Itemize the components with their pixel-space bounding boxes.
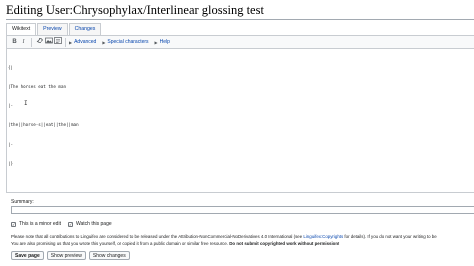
triangle-right-icon: ▶: [69, 39, 73, 45]
text-line: |the||horse-s||eat||the||man: [8, 122, 79, 128]
reference-icon[interactable]: [53, 36, 62, 48]
summary-label: Summary:: [11, 199, 34, 205]
show-changes-button[interactable]: Show changes: [88, 251, 130, 260]
notice-text: You are also promising us that you wrote…: [11, 240, 230, 246]
minor-edit-option[interactable]: ✓ This is a minor edit: [11, 221, 61, 227]
notice-line-2: You are also promising us that you wrote…: [11, 241, 471, 248]
toolbar-divider: [31, 37, 32, 47]
text-line: |The horses eat the man: [8, 84, 66, 90]
summary-input[interactable]: [11, 206, 474, 214]
wikitext-textarea[interactable]: {| |The horses eat the man |- |the||hors…: [8, 52, 79, 180]
special-characters-toggle[interactable]: ▶ Special characters: [102, 39, 148, 45]
text-line: |-: [8, 141, 14, 147]
page-title: Editing User:Chrysophylax/Interlinear gl…: [6, 3, 264, 17]
help-label: Help: [159, 39, 170, 45]
edit-options: ✓ This is a minor edit ✓ Watch this page: [11, 221, 119, 227]
embedded-file-icon[interactable]: [44, 37, 53, 48]
text-line: {|: [8, 64, 14, 70]
watch-option[interactable]: ✓ Watch this page: [67, 221, 112, 227]
wikitext-editor: B I ▶ Advanced ▶ Special characters ▶ He…: [6, 35, 474, 193]
tab-preview[interactable]: Preview: [37, 23, 68, 35]
notice-warning: Do not submit copyrighted work without p…: [229, 240, 340, 246]
text-cursor: I: [24, 100, 28, 107]
advanced-label: Advanced: [74, 39, 97, 45]
toolbar-divider: [65, 37, 66, 47]
title-divider: [6, 19, 474, 20]
minor-edit-label: This is a minor edit: [19, 221, 61, 227]
tab-changes[interactable]: Changes: [68, 23, 102, 35]
text-line: |}: [8, 160, 14, 166]
italic-button[interactable]: I: [19, 38, 28, 47]
watch-label: Watch this page: [75, 221, 112, 227]
edit-buttons: Save page Show preview Show changes: [11, 251, 133, 260]
notice-text: Please note that all contributions to Li…: [11, 234, 304, 239]
editor-toolbar: B I ▶ Advanced ▶ Special characters ▶ He…: [7, 36, 474, 49]
watch-checkbox[interactable]: ✓: [67, 221, 73, 227]
triangle-right-icon: ▶: [102, 39, 106, 45]
license-notice: Please note that all contributions to Li…: [11, 234, 471, 247]
minor-edit-checkbox[interactable]: ✓: [11, 221, 16, 227]
link-icon[interactable]: [35, 37, 44, 48]
notice-text: for details). If you do not want your wr…: [343, 234, 437, 239]
copyrights-link[interactable]: Linguifex:Copyrights: [303, 234, 343, 239]
text-line: |-: [8, 103, 14, 109]
special-characters-label: Special characters: [107, 39, 149, 45]
show-preview-button[interactable]: Show preview: [46, 251, 86, 260]
save-page-button[interactable]: Save page: [11, 251, 44, 260]
triangle-right-icon: ▶: [154, 39, 158, 45]
editor-tabs: Wikitext Preview Changes: [6, 23, 102, 36]
help-toggle[interactable]: ▶ Help: [155, 39, 170, 45]
bold-button[interactable]: B: [10, 38, 19, 47]
advanced-toggle[interactable]: ▶ Advanced: [69, 39, 96, 45]
